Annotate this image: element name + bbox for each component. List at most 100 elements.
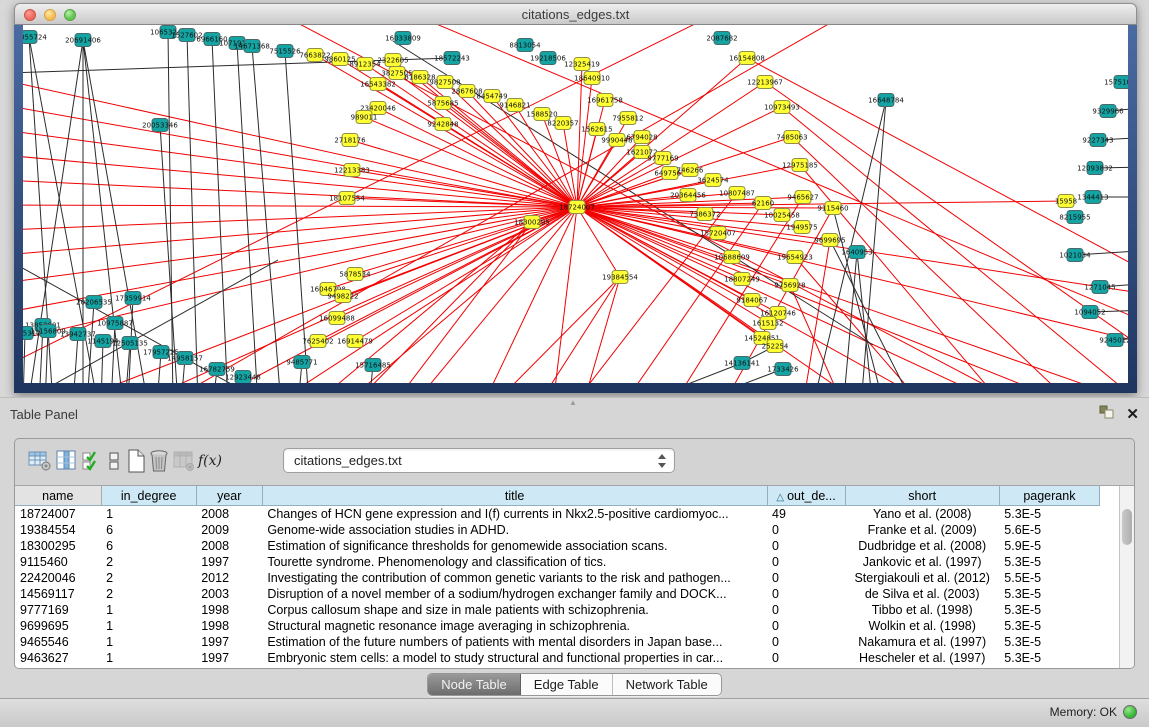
graph-node[interactable]: 8813054 (509, 39, 541, 52)
graph-node[interactable]: 1271045 (1084, 281, 1115, 294)
citation-edge-black (23, 260, 278, 383)
graph-node[interactable]: 3624574 (697, 174, 729, 187)
graph-node[interactable]: 1640953 (841, 246, 872, 259)
panel-resize-handle[interactable]: ▲ (567, 399, 579, 406)
table-row[interactable]: 946554611997Estimation of the future num… (15, 634, 1100, 650)
function-builder-icon[interactable]: f(x) (197, 448, 223, 474)
graph-node[interactable]: 16033809 (385, 32, 421, 45)
network-canvas[interactable]: 1872400718300295193845547663822986012589… (23, 25, 1128, 383)
svg-text:17359914: 17359914 (115, 295, 151, 303)
svg-text:15720407: 15720407 (700, 230, 736, 238)
graph-node[interactable]: 20053346 (142, 119, 178, 132)
graph-node[interactable]: 1949575 (786, 221, 817, 234)
graph-node[interactable]: 5878534 (339, 268, 371, 281)
table-scrollbar[interactable] (1119, 486, 1134, 669)
citation-edge-black (857, 252, 873, 383)
graph-node[interactable]: 16648784 (868, 94, 904, 107)
graph-node[interactable]: 17359914 (115, 292, 151, 305)
graph-node[interactable]: 5875685 (427, 97, 458, 110)
graph-node[interactable]: 19654923 (777, 251, 813, 264)
citation-edge-red (23, 207, 577, 313)
column-header-pagerank[interactable]: pagerank (999, 486, 1099, 506)
table-row[interactable]: 977716911998Corpus callosum shape and si… (15, 602, 1100, 618)
graph-node[interactable]: 20206535 (76, 296, 112, 309)
table-row[interactable]: 969969511998Structural magnetic resonanc… (15, 618, 1100, 634)
table-settings-icon[interactable] (27, 448, 53, 474)
tab-network-table[interactable]: Network Table (613, 674, 721, 695)
table-row[interactable]: 1872400712008Changes of HCN gene express… (15, 506, 1100, 523)
float-panel-icon[interactable] (1099, 405, 1114, 424)
graph-node[interactable]: 16914479 (337, 335, 373, 348)
column-header-out-de-[interactable]: △out_de... (767, 486, 845, 506)
table-row[interactable]: 1938455462009Genome-wide association stu… (15, 522, 1100, 538)
graph-node[interactable]: 9329966 (1092, 105, 1124, 118)
close-panel-icon[interactable]: ✕ (1126, 408, 1139, 422)
graph-node[interactable]: 15958 (1055, 195, 1077, 208)
graph-node[interactable]: 15751074 (1104, 76, 1128, 89)
graph-node[interactable]: 9245012 (1099, 334, 1128, 347)
graph-node[interactable]: 12093832 (1077, 162, 1113, 175)
svg-text:1271045: 1271045 (1084, 284, 1115, 292)
graph-node[interactable]: 9227343 (1082, 134, 1113, 147)
tab-node-table[interactable]: Node Table (428, 674, 521, 695)
table-selector-dropdown[interactable]: citations_edges.txt (283, 448, 675, 473)
table-row[interactable]: 2242004622012Investigating the contribut… (15, 570, 1100, 586)
graph-node[interactable]: 9242848 (427, 118, 458, 131)
graph-node[interactable]: 18572243 (434, 52, 470, 65)
svg-text:7955812: 7955812 (612, 115, 643, 123)
graph-node[interactable]: 18640910 (574, 72, 610, 85)
show-columns-icon[interactable] (54, 448, 80, 474)
graph-node[interactable]: 1562615 (581, 123, 612, 136)
column-header-in-degree[interactable]: in_degree (101, 486, 196, 506)
column-header-name[interactable]: name (15, 486, 101, 506)
graph-node[interactable]: 8215955 (1059, 211, 1090, 224)
graph-node[interactable]: 9485771 (286, 356, 317, 369)
svg-text:12325419: 12325419 (564, 61, 600, 69)
graph-node[interactable]: 20691406 (65, 34, 101, 47)
graph-node[interactable]: 7386372 (689, 208, 720, 221)
graph-node[interactable]: 14055724 (23, 31, 47, 44)
graph-node[interactable]: 10807487 (719, 187, 755, 200)
graph-node[interactable]: 7485063 (776, 131, 807, 144)
window-titlebar[interactable]: citations_edges.txt (14, 3, 1137, 25)
graph-node[interactable]: 19384554 (602, 271, 638, 284)
table-row[interactable]: 911546021997Tourette syndrome. Phenomeno… (15, 554, 1100, 570)
table-scrollbar-thumb[interactable] (1122, 509, 1132, 545)
table-row[interactable]: 1456911722003Disruption of a novel membe… (15, 586, 1100, 602)
graph-node[interactable]: 7515526 (269, 45, 301, 58)
delete-columns-icon[interactable] (146, 448, 172, 474)
graph-node[interactable]: 1094052 (1074, 306, 1105, 319)
graph-node[interactable]: 20364456 (670, 189, 706, 202)
citation-edge-black (23, 260, 278, 383)
column-header-title[interactable]: title (262, 486, 767, 506)
graph-node[interactable]: 12213967 (747, 76, 783, 89)
citation-network-graph[interactable]: 1872400718300295193845547663822986012589… (23, 25, 1128, 383)
table-row[interactable]: 1830029562008Estimation of significance … (15, 538, 1100, 554)
column-header-short[interactable]: short (845, 486, 999, 506)
graph-node[interactable]: 7625402 (302, 335, 333, 348)
graph-node[interactable]: 62160 (752, 197, 774, 210)
graph-node[interactable]: 12213383 (334, 164, 370, 177)
graph-node[interactable]: 2718176 (334, 134, 366, 147)
graph-node[interactable]: 10688609 (714, 251, 750, 264)
graph-node[interactable]: 9699695 (814, 234, 845, 247)
graph-node[interactable]: 9465627 (787, 191, 818, 204)
graph-node[interactable]: 1344413 (1077, 191, 1108, 204)
table-row[interactable]: 946362711997Embryonic stem cells: a mode… (15, 650, 1100, 666)
graph-node[interactable]: 1021034 (1059, 249, 1091, 262)
graph-node[interactable]: 16099488 (319, 312, 355, 325)
tab-edge-table[interactable]: Edge Table (521, 674, 613, 695)
graph-node[interactable]: 12975185 (782, 159, 818, 172)
graph-node[interactable]: 7955812 (612, 112, 643, 125)
graph-node[interactable]: 2322605 (377, 54, 408, 67)
node-attribute-table[interactable]: namein_degreeyeartitle△out_de...shortpag… (15, 486, 1100, 666)
table-header-row[interactable]: namein_degreeyeartitle△out_de...shortpag… (15, 486, 1100, 506)
column-header-year[interactable]: year (196, 486, 262, 506)
svg-text:18300295: 18300295 (514, 219, 550, 227)
graph-node[interactable]: 2087682 (706, 32, 737, 45)
graph-node[interactable]: 16154808 (729, 52, 765, 65)
graph-node[interactable]: 9756928 (774, 279, 805, 292)
graph-node[interactable]: 16961758 (587, 94, 623, 107)
graph-node[interactable]: 19218506 (530, 52, 566, 65)
graph-node[interactable]: 12325419 (564, 58, 600, 71)
